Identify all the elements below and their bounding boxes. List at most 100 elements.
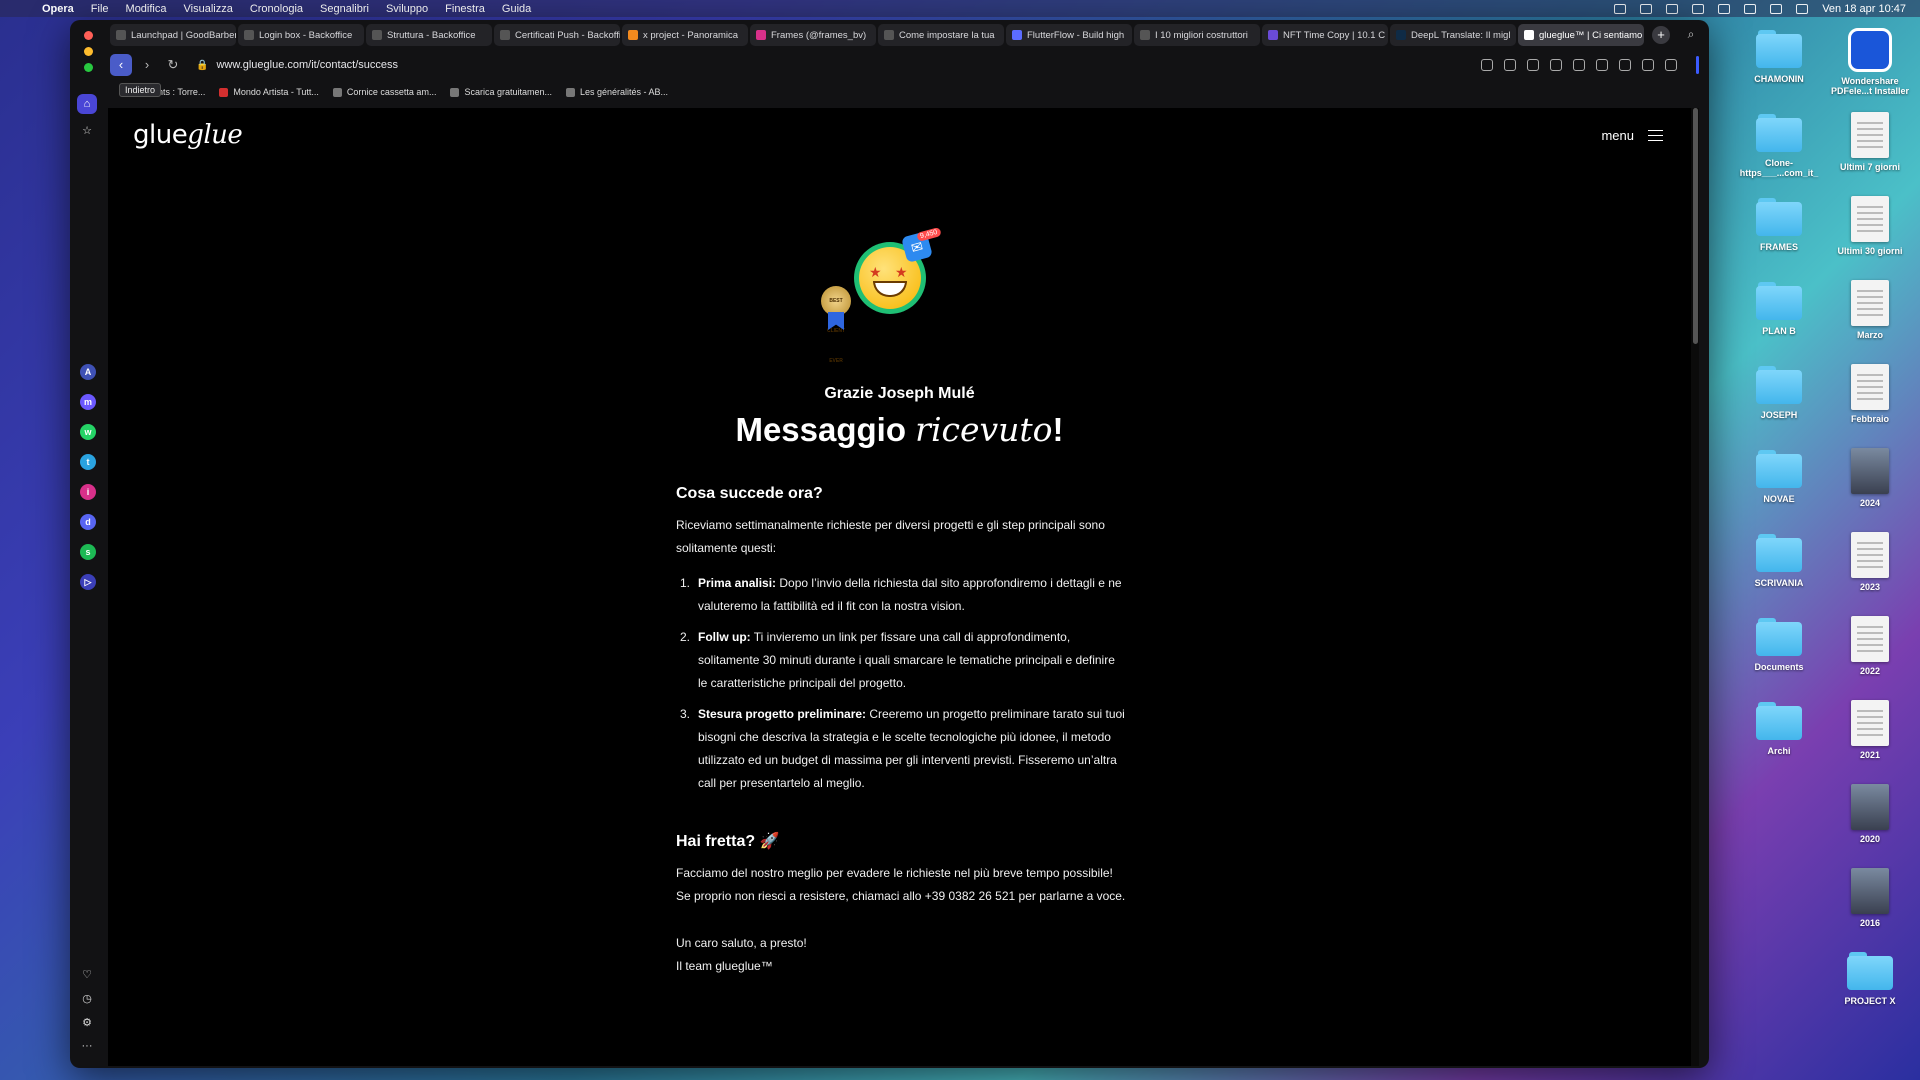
desktop-folder-label: CHAMONIN [1754, 74, 1804, 84]
minimize-window-button[interactable] [84, 47, 93, 56]
siri-icon[interactable] [1796, 3, 1809, 14]
address-bar[interactable]: 🔒 www.glueglue.com/it/contact/success [196, 59, 398, 71]
bookmark-5[interactable]: Les généralités - AB... [566, 87, 668, 97]
menu-visualizza[interactable]: Visualizza [184, 3, 233, 15]
status-accessibility-icon[interactable] [1640, 3, 1653, 14]
desktop-folder-novae[interactable]: NOVAE [1731, 450, 1827, 504]
tab-struttura[interactable]: Struttura - Backoffice [366, 24, 492, 46]
desktop-folder-project-x[interactable]: PROJECT X [1822, 952, 1918, 1006]
whatsapp-icon[interactable]: w [80, 424, 96, 440]
player-icon[interactable]: ▷ [80, 574, 96, 590]
tab-glueglue-active[interactable]: glueglue™ | Ci sentiamo [1518, 24, 1644, 46]
desktop-folder-chamonin[interactable]: CHAMONIN [1731, 30, 1827, 84]
tab-nft-time-copy[interactable]: NFT Time Copy | 10.1 C [1262, 24, 1388, 46]
glueglue-logo[interactable]: glueglue [133, 120, 243, 150]
desktop-folder-scrivania[interactable]: SCRIVANIA [1731, 534, 1827, 588]
menu-modifica[interactable]: Modifica [126, 3, 167, 15]
desktop-folder-frames[interactable]: FRAMES [1731, 198, 1827, 252]
desktop-folder-archi[interactable]: Archi [1731, 702, 1827, 756]
menu-app-name[interactable]: Opera [42, 3, 74, 15]
new-tab-button[interactable]: + [1652, 26, 1670, 44]
play-icon[interactable] [1550, 59, 1562, 71]
menu-guida[interactable]: Guida [502, 3, 531, 15]
heart-icon[interactable] [1573, 59, 1585, 71]
menu-finestra[interactable]: Finestra [445, 3, 485, 15]
desktop-2023[interactable]: 2023 [1822, 532, 1918, 592]
home-icon[interactable]: ⌂ [77, 94, 97, 114]
menu-file[interactable]: File [91, 3, 109, 15]
camera-icon[interactable] [1504, 59, 1516, 71]
desktop-item-label: Febbraio [1850, 414, 1889, 424]
desktop-item-label: Ultimi 30 giorni [1837, 246, 1903, 256]
tab-come-impostare[interactable]: Come impostare la tua [878, 24, 1004, 46]
page-scrollbar[interactable] [1691, 108, 1699, 1066]
desktop-2016[interactable]: 2016 [1822, 868, 1918, 928]
bluetooth-icon[interactable] [1666, 3, 1679, 14]
bookmark-3[interactable]: Cornice cassetta am... [332, 87, 436, 97]
tab-flutterflow[interactable]: FlutterFlow - Build high [1006, 24, 1132, 46]
bookmark-2[interactable]: Mondo Artista - Tutt... [219, 87, 319, 97]
desktop-wondershare-installer[interactable]: Wondershare PDFele...t Installer [1822, 28, 1918, 96]
spotlight-search-icon[interactable] [1770, 3, 1783, 14]
shield-icon[interactable] [1527, 59, 1539, 71]
zoom-window-button[interactable] [84, 63, 93, 72]
tab-launchpad[interactable]: Launchpad | GoodBarber [110, 24, 236, 46]
reload-icon[interactable]: ↻ [162, 54, 184, 76]
menu-button[interactable]: menu [1601, 128, 1663, 143]
tab-deepl[interactable]: DeepL Translate: Il migl [1390, 24, 1516, 46]
menu-cronologia[interactable]: Cronologia [250, 3, 303, 15]
step-item: 2. Follw up: Ti invieremo un link per fis… [676, 626, 1126, 695]
telegram-icon[interactable]: t [80, 454, 96, 470]
desktop-folder-joseph[interactable]: JOSEPH [1731, 366, 1827, 420]
back-button[interactable]: ‹ [110, 54, 132, 76]
more-icon[interactable]: ··· [77, 1036, 97, 1056]
tab-login-box[interactable]: Login box - Backoffice [238, 24, 364, 46]
scrollbar-thumb[interactable] [1693, 108, 1698, 344]
tab-certificati-push[interactable]: Certificati Push - Backoffice [494, 24, 620, 46]
desktop-2024[interactable]: 2024 [1822, 448, 1918, 508]
forward-button[interactable]: › [136, 54, 158, 76]
close-window-button[interactable] [84, 31, 93, 40]
download-icon[interactable] [1596, 59, 1608, 71]
desktop-folder-documents[interactable]: Documents [1731, 618, 1827, 672]
desktop-2022[interactable]: 2022 [1822, 616, 1918, 676]
battery-icon[interactable] [1718, 3, 1731, 14]
menu-segnalibri[interactable]: Segnalibri [320, 3, 369, 15]
desktop-folder-label: JOSEPH [1760, 410, 1798, 420]
menu-sviluppo[interactable]: Sviluppo [386, 3, 428, 15]
discord-icon[interactable]: d [80, 514, 96, 530]
control-center-icon[interactable] [1744, 3, 1757, 14]
menubar-clock[interactable]: Ven 18 apr 10:47 [1822, 3, 1906, 15]
desktop-marzo[interactable]: Marzo [1822, 280, 1918, 340]
tab-x-project[interactable]: x project - Panoramica [622, 24, 748, 46]
tab-migliori-costruttori[interactable]: I 10 migliori costruttori [1134, 24, 1260, 46]
desktop-folder-clone[interactable]: Clone-https___...com_it_ [1731, 114, 1827, 178]
desktop-2020[interactable]: 2020 [1822, 784, 1918, 844]
desktop-ultimi-30-giorni[interactable]: Ultimi 30 giorni [1822, 196, 1918, 256]
aria-icon[interactable]: A [80, 364, 96, 380]
heart-icon[interactable]: ♡ [77, 964, 97, 984]
spotify-icon[interactable]: s [80, 544, 96, 560]
settings-gear-icon[interactable]: ⚙ [77, 1012, 97, 1032]
desktop-folder-plan-b[interactable]: PLAN B [1731, 282, 1827, 336]
instagram-icon[interactable]: i [80, 484, 96, 500]
history-icon[interactable]: ◷ [77, 988, 97, 1008]
messenger-icon[interactable]: m [80, 394, 96, 410]
desktop-2021[interactable]: 2021 [1822, 700, 1918, 760]
profile-icon[interactable] [1642, 59, 1654, 71]
desktop-ultimi-7-giorni[interactable]: Ultimi 7 giorni [1822, 112, 1918, 172]
easy-setup-icon[interactable] [1619, 59, 1631, 71]
section-hurry-text: Facciamo del nostro meglio per evadere l… [676, 866, 1126, 903]
edit-icon[interactable] [1481, 59, 1493, 71]
folder-icon [1756, 618, 1802, 656]
browser-window: Launchpad | GoodBarber Login box - Backo… [70, 20, 1709, 1068]
bookmark-4[interactable]: Scarica gratuitamen... [450, 87, 552, 97]
tab-frames-instagram[interactable]: Frames (@frames_bv) [750, 24, 876, 46]
tab-search-icon[interactable]: ⌕ [1683, 27, 1699, 43]
bookmarks-star-icon[interactable]: ☆ [77, 120, 97, 140]
wifi-icon[interactable] [1692, 3, 1705, 14]
status-shirt-icon[interactable] [1614, 3, 1627, 14]
section-intro: Riceviamo settimanalmente richieste per … [676, 518, 1105, 555]
pinboard-icon[interactable] [1665, 59, 1677, 71]
desktop-febbraio[interactable]: Febbraio [1822, 364, 1918, 424]
